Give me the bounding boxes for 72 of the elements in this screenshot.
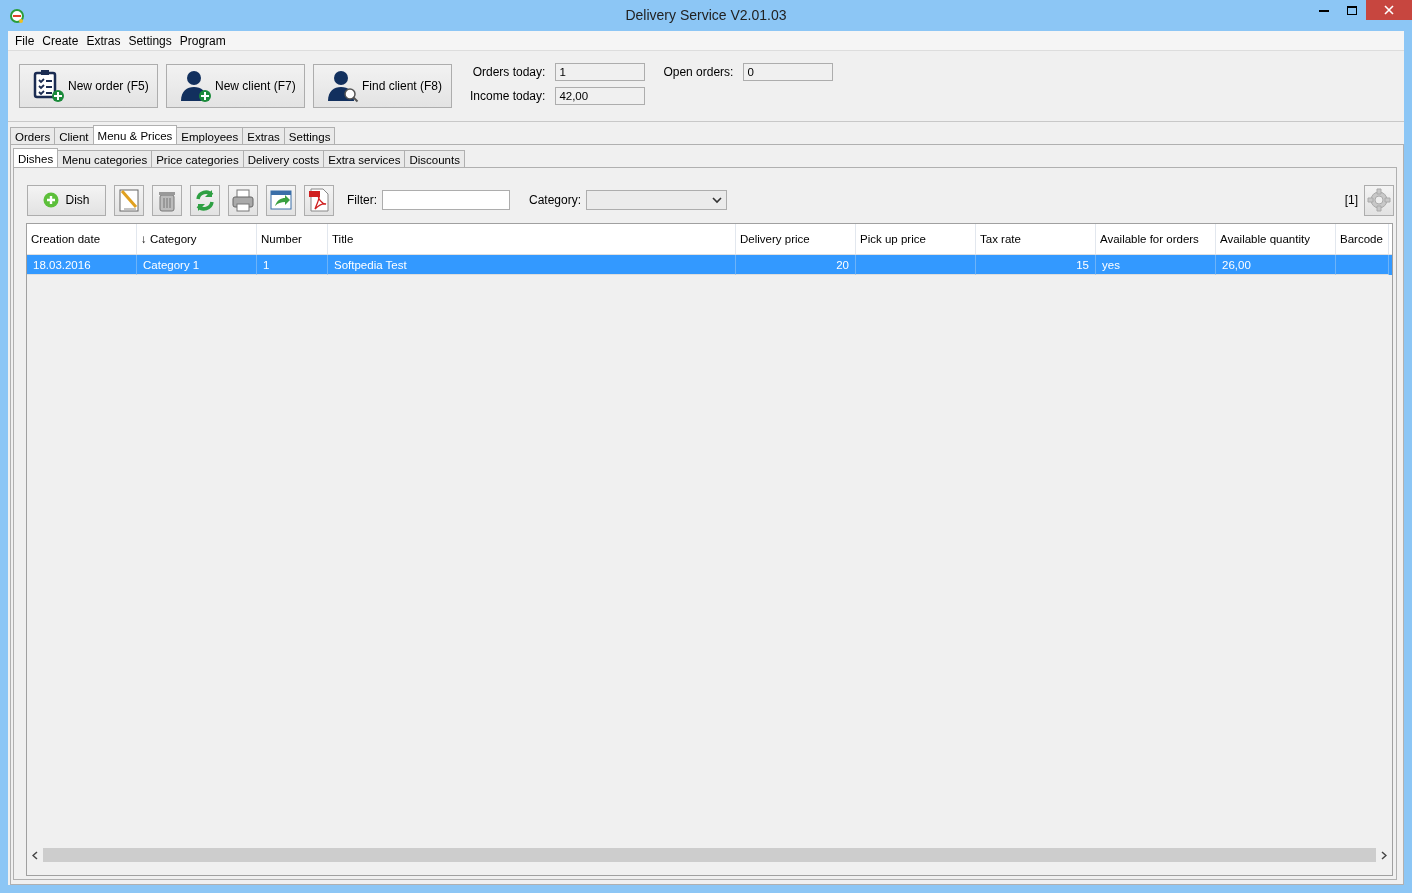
tab[interactable]: Discounts <box>404 150 465 168</box>
printer-icon <box>230 187 256 213</box>
stat-field: 1 <box>555 63 646 81</box>
stat-field: 42,00 <box>555 87 646 105</box>
stat-field: 0 <box>743 63 834 81</box>
toolbar-button[interactable] <box>266 184 296 216</box>
column-header[interactable]: Available for orders <box>1096 224 1216 254</box>
table-cell: 26,00 <box>1222 258 1251 271</box>
column-header[interactable]: Tax rate <box>976 224 1096 254</box>
tab[interactable]: Delivery costs <box>242 150 324 168</box>
table-cell: 20 <box>836 258 849 271</box>
person-magnifier-icon <box>326 69 360 103</box>
menu-item[interactable]: Program <box>175 33 230 48</box>
toolbar-button[interactable] <box>228 184 258 216</box>
menu-item[interactable]: Extras <box>82 33 125 48</box>
stat-label: Open orders: <box>663 65 734 79</box>
tab[interactable]: Menu & Prices <box>92 125 178 145</box>
plus-circle-icon <box>43 192 60 208</box>
table-cell: 15 <box>1076 258 1089 271</box>
filter-field[interactable] <box>382 190 510 210</box>
toolbar-button[interactable] <box>114 184 144 216</box>
clipboard-plus-icon <box>32 69 66 103</box>
column-header[interactable]: Pick up price <box>856 224 976 254</box>
tab[interactable]: Menu categories <box>58 150 152 168</box>
table-cell: Category 1 <box>143 258 200 271</box>
tab[interactable]: Price categories <box>151 150 243 168</box>
table-cell: 1 <box>263 258 270 271</box>
pdf-document-icon <box>306 187 332 213</box>
column-header[interactable]: Delivery price <box>736 224 856 254</box>
toolbar-button[interactable] <box>152 184 182 216</box>
category-label: Category: <box>529 193 582 207</box>
column-header[interactable]: Creation date <box>27 224 137 254</box>
gear-icon <box>1367 188 1391 212</box>
tab[interactable]: Dishes <box>13 148 59 168</box>
action-button[interactable]: New order (F5) <box>19 64 158 108</box>
menu-item[interactable]: Create <box>38 33 83 48</box>
column-header[interactable]: Barcode <box>1336 224 1389 254</box>
toolbar-button[interactable] <box>190 184 220 216</box>
record-count: [1] <box>1344 193 1358 207</box>
person-plus-icon <box>179 69 213 103</box>
tab[interactable]: Extras <box>242 127 284 145</box>
column-header[interactable]: ↓ Category <box>137 224 257 254</box>
close-icon <box>1384 5 1394 15</box>
column-header[interactable]: Title <box>328 224 736 254</box>
filter-label: Filter: <box>347 193 377 207</box>
category-dropdown[interactable] <box>586 190 728 210</box>
tab[interactable]: Extra services <box>323 150 405 168</box>
table-cell: yes <box>1102 258 1120 271</box>
tab[interactable]: Client <box>54 127 93 145</box>
tab[interactable]: Orders <box>10 127 55 145</box>
action-button[interactable]: Find client (F8) <box>313 64 452 108</box>
menu-item[interactable]: Settings <box>124 33 176 48</box>
table-cell: Softpedia Test <box>334 258 407 271</box>
tab[interactable]: Settings <box>283 127 336 145</box>
stat-label: Orders today: <box>471 65 546 79</box>
tab[interactable]: Employees <box>177 127 243 145</box>
maximize-icon <box>1347 5 1357 15</box>
chevron-right-icon <box>1381 850 1387 860</box>
stat-label: Income today: <box>470 89 546 103</box>
settings-button[interactable] <box>1364 184 1394 216</box>
chevron-down-icon <box>712 196 723 204</box>
column-header[interactable]: Number <box>257 224 328 254</box>
notepad-pencil-icon <box>116 187 142 213</box>
table-cell: 18.03.2016 <box>33 258 91 271</box>
menu-item[interactable]: File <box>11 33 39 48</box>
add-dish-button[interactable]: Dish <box>27 184 106 216</box>
chevron-left-icon <box>32 850 38 860</box>
window-title: Delivery Service V2.01.03 <box>625 7 787 23</box>
toolbar-button[interactable] <box>304 184 334 216</box>
action-button[interactable]: New client (F7) <box>166 64 305 108</box>
column-header[interactable]: Available quantity <box>1216 224 1336 254</box>
app-logo-icon <box>9 7 25 24</box>
